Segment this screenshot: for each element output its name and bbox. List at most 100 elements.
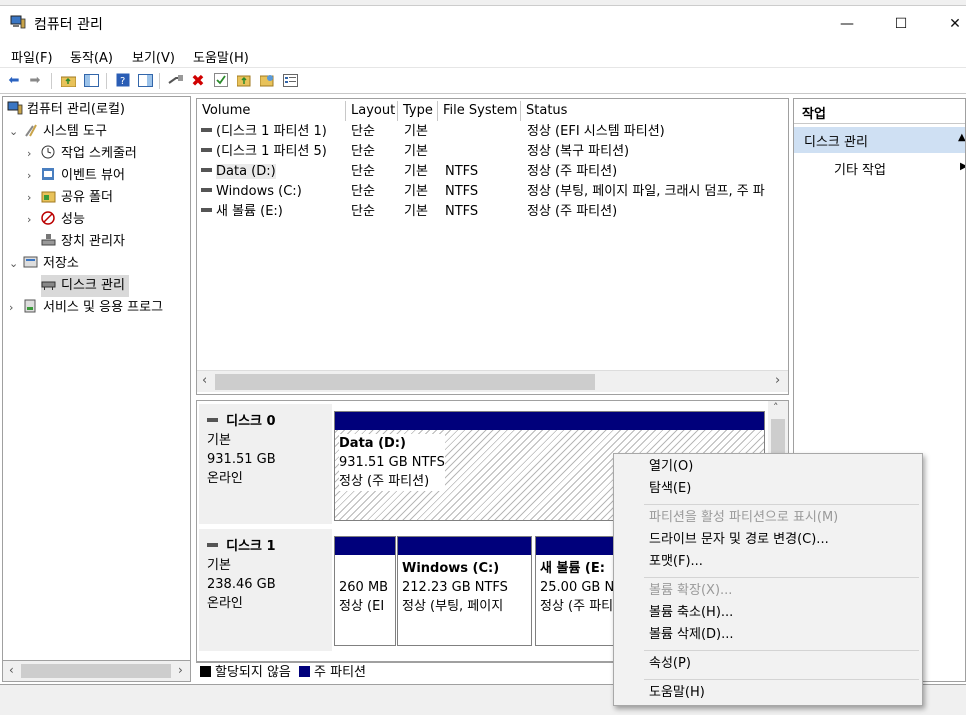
partition-efi[interactable]: 260 MB 정상 (EI	[334, 536, 396, 646]
table-row[interactable]: Data (D:) 단순 기본 NTFS 정상 (주 파티션)	[197, 162, 788, 182]
tree-item-root[interactable]: 컴퓨터 관리(로컬)	[7, 99, 125, 121]
table-row[interactable]: (디스크 1 파티션 1) 단순 기본 정상 (EFI 시스템 파티션)	[197, 122, 788, 142]
column-header-file-system[interactable]: File System	[438, 101, 521, 121]
menu-item-mark-active[interactable]: 파티션을 활성 파티션으로 표시(M)	[649, 508, 838, 528]
menu-item-properties[interactable]: 속성(P)	[649, 654, 691, 674]
partition-windows-c[interactable]: Windows (C:) 212.23 GB NTFS 정상 (부팅, 페이지	[397, 536, 532, 646]
menu-item-shrink-volume[interactable]: 볼륨 축소(H)...	[649, 603, 733, 623]
volume-icon	[201, 128, 212, 132]
scroll-right-icon[interactable]: ›	[178, 663, 183, 677]
show-hide-action-pane-icon[interactable]	[137, 72, 153, 88]
cell-status: 정상 (주 파티션)	[527, 164, 618, 179]
tree-horizontal-scrollbar[interactable]: ‹ ›	[2, 660, 191, 682]
menu-item-explore[interactable]: 탐색(E)	[649, 479, 691, 499]
volume-icon	[201, 168, 212, 172]
tree-item-performance[interactable]: › 성능	[27, 209, 85, 231]
collapse-icon[interactable]: ▲	[958, 132, 965, 143]
menu-view[interactable]: 보기(V)	[132, 47, 175, 66]
back-arrow-icon[interactable]: ⬅	[6, 72, 22, 88]
cell-status: 정상 (부팅, 페이지 파일, 크래시 덤프, 주 파	[527, 184, 765, 199]
partition-title: 새 볼륨 (E:	[540, 561, 605, 576]
disk-name: 디스크 1	[226, 539, 276, 554]
tree-label: 디스크 관리	[61, 278, 125, 293]
delete-icon[interactable]: ✖	[190, 71, 206, 90]
forward-arrow-icon[interactable]: ➡	[27, 72, 43, 88]
close-button[interactable]: ✕	[932, 10, 966, 40]
action-group-disk-management[interactable]: 디스크 관리 ▲	[794, 127, 965, 153]
show-hide-tree-icon[interactable]	[83, 72, 99, 88]
menu-item-help[interactable]: 도움말(H)	[649, 683, 705, 703]
cell-type: 기본	[404, 124, 428, 139]
scroll-right-icon[interactable]: ›	[775, 373, 780, 388]
disk-type: 기본	[207, 558, 231, 573]
disk-size: 931.51 GB	[207, 452, 276, 467]
partition-bar	[335, 537, 395, 555]
chevron-right-icon[interactable]: ›	[27, 209, 41, 231]
tree-item-event-viewer[interactable]: › 이벤트 뷰어	[27, 165, 125, 187]
disk-1-label[interactable]: 디스크 1 기본 238.46 GB 온라인	[199, 529, 332, 651]
table-row[interactable]: (디스크 1 파티션 5) 단순 기본 정상 (복구 파티션)	[197, 142, 788, 162]
action-group-label: 디스크 관리	[804, 135, 868, 150]
device-manager-icon	[41, 234, 56, 246]
volume-icon	[201, 188, 212, 192]
partition-status: 정상 (주 파티	[540, 599, 614, 614]
maximize-button[interactable]: ☐	[878, 10, 924, 40]
cell-layout: 단순	[351, 204, 375, 219]
menu-item-delete-volume[interactable]: 볼륨 삭제(D)...	[649, 625, 734, 645]
action-more-actions[interactable]: 기타 작업	[834, 159, 886, 178]
window-title: 컴퓨터 관리	[34, 17, 103, 33]
chevron-right-icon[interactable]: ›	[27, 165, 41, 187]
tree-label: 장치 관리자	[61, 234, 125, 249]
menu-separator	[644, 679, 919, 680]
help-icon[interactable]: ?	[115, 72, 131, 88]
scrollbar-thumb[interactable]	[215, 374, 595, 390]
column-header-volume[interactable]: Volume	[197, 101, 346, 121]
column-header-type[interactable]: Type	[398, 101, 438, 121]
partition-size: 260 MB	[339, 580, 389, 595]
storage-icon	[23, 256, 38, 268]
tree-item-task-scheduler[interactable]: › 작업 스케줄러	[27, 143, 137, 165]
menu-action[interactable]: 동작(A)	[70, 47, 113, 66]
column-header-status[interactable]: Status	[521, 101, 788, 121]
connect-icon[interactable]	[167, 72, 183, 88]
tree-item-disk-management[interactable]: 디스크 관리	[41, 275, 129, 297]
up-folder-icon[interactable]	[60, 72, 76, 88]
menu-item-open[interactable]: 열기(O)	[649, 457, 693, 477]
checkmark-icon[interactable]	[213, 72, 229, 88]
tree-item-device-manager[interactable]: 장치 관리자	[41, 231, 125, 253]
scrollbar-thumb[interactable]	[21, 664, 171, 678]
minimize-button[interactable]: —	[824, 10, 870, 40]
scroll-left-icon[interactable]: ‹	[9, 663, 14, 677]
refresh-icon[interactable]	[236, 72, 252, 88]
disk-state: 온라인	[207, 596, 243, 611]
menu-help[interactable]: 도움말(H)	[193, 47, 249, 66]
chevron-right-icon[interactable]: ›	[27, 187, 41, 209]
primary-partition-swatch	[299, 666, 311, 677]
column-header-layout[interactable]: Layout	[346, 101, 398, 121]
volume-icon	[201, 148, 212, 152]
table-row[interactable]: 새 볼륨 (E:) 단순 기본 NTFS 정상 (주 파티션)	[197, 202, 788, 222]
menu-file[interactable]: 파일(F)	[11, 47, 53, 66]
menu-item-extend-volume[interactable]: 볼륨 확장(X)...	[649, 581, 732, 601]
chevron-down-icon[interactable]: ⌄	[9, 253, 23, 275]
table-row[interactable]: Windows (C:) 단순 기본 NTFS 정상 (부팅, 페이지 파일, …	[197, 182, 788, 202]
volume-list-horizontal-scrollbar[interactable]: ‹ ›	[197, 370, 788, 392]
unallocated-swatch	[200, 666, 211, 677]
tree-item-shared-folders[interactable]: › 공유 폴더	[27, 187, 113, 209]
scroll-left-icon[interactable]: ‹	[202, 373, 207, 388]
menu-item-change-drive-letter[interactable]: 드라이브 문자 및 경로 변경(C)...	[649, 530, 829, 550]
tree-item-system-tools[interactable]: ⌄ 시스템 도구	[9, 121, 107, 143]
list-view-icon[interactable]	[282, 72, 298, 88]
scroll-up-icon[interactable]: ˄	[773, 401, 779, 414]
submenu-arrow-icon[interactable]: ▶	[960, 161, 965, 172]
chevron-right-icon[interactable]: ›	[27, 143, 41, 165]
cell-type: 기본	[404, 144, 428, 159]
disk-0-label[interactable]: 디스크 0 기본 931.51 GB 온라인	[199, 404, 332, 524]
menu-item-format[interactable]: 포맷(F)...	[649, 552, 703, 572]
tree-item-services[interactable]: › 서비스 및 응용 프로그	[9, 297, 163, 319]
properties-icon[interactable]	[259, 72, 275, 88]
tree-item-storage[interactable]: ⌄ 저장소	[9, 253, 79, 275]
chevron-right-icon[interactable]: ›	[9, 297, 23, 319]
tree-label: 저장소	[43, 256, 79, 271]
chevron-down-icon[interactable]: ⌄	[9, 121, 23, 143]
